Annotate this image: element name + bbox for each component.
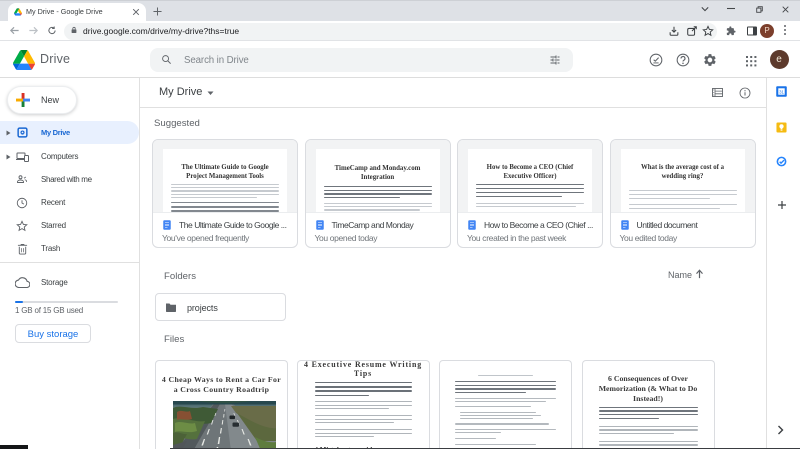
svg-text:31: 31 <box>779 90 784 95</box>
